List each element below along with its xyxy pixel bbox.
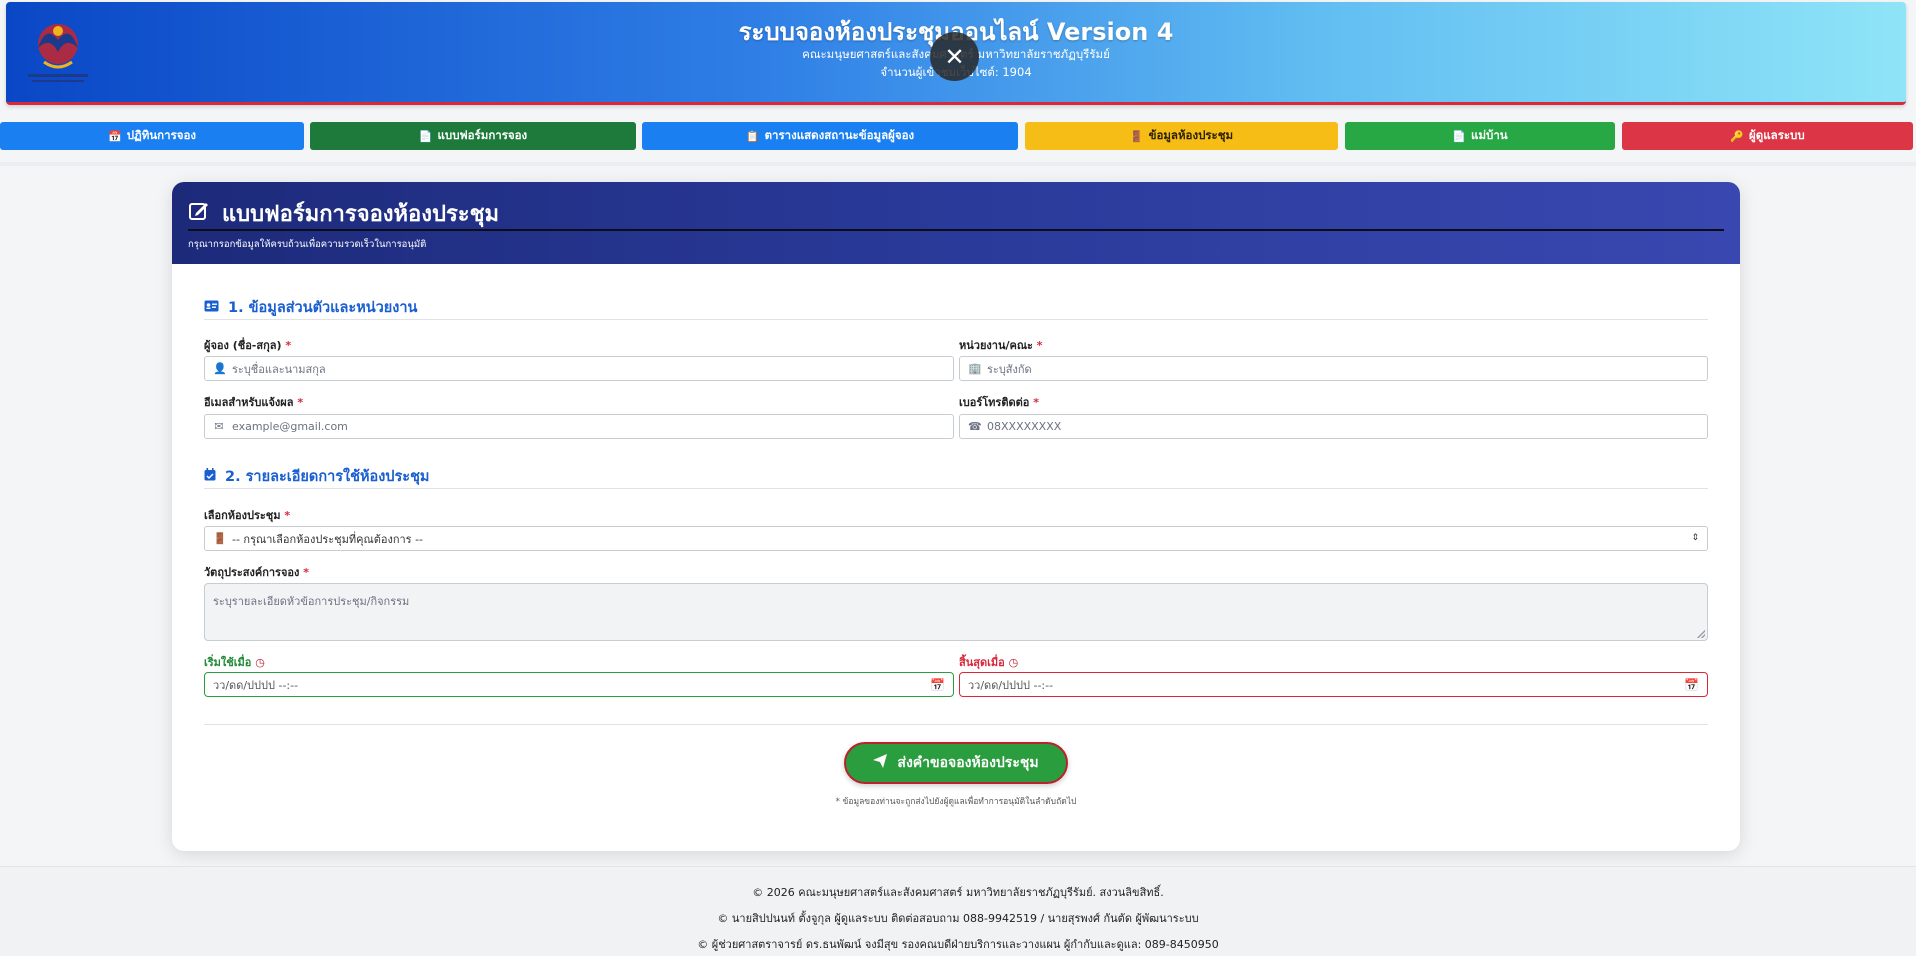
nav-booking-form[interactable]: 📄 แบบฟอร์มการจอง (310, 122, 636, 150)
document-icon: 📄 (1452, 129, 1467, 143)
close-icon[interactable]: ✕ (930, 32, 979, 81)
dept-placeholder: ระบุสังกัด (987, 362, 1032, 376)
section-divider (204, 488, 1708, 489)
phone-field[interactable]: ☎ 08XXXXXXXX (959, 414, 1708, 439)
form-header: แบบฟอร์มการจองห้องประชุม กรุณากรอกข้อมูล… (172, 182, 1740, 264)
email-field[interactable]: ✉ example@gmail.com (204, 414, 954, 439)
calendar-icon: 📅 (107, 129, 122, 143)
clock-icon: ◷ (1008, 656, 1019, 669)
phone-label: เบอร์โทรติดต่อ * (959, 396, 1039, 409)
nav-booking-calendar[interactable]: 📅 ปฏิทินการจอง (0, 122, 304, 150)
title-divider (188, 229, 1724, 231)
footer-contact: © นายสิปปนนท์ ตั้งจูกุล ผู้ดูแลระบบ ติดต… (717, 912, 1199, 925)
phone-placeholder: 08XXXXXXXX (987, 420, 1062, 433)
envelope-icon: ✉ (214, 420, 224, 433)
key-icon: 🔑 (1730, 129, 1745, 143)
nav-label: แม่บ้าน (1471, 128, 1508, 142)
section-title-text: 2. รายละเอียดการใช้ห้องประชุม (225, 469, 430, 485)
calendar-check-icon (204, 468, 216, 485)
submit-label: ส่งคำขอจองห้องประชุม (897, 755, 1039, 771)
section-title-text: 1. ข้อมูลส่วนตัวและหน่วยงาน (228, 300, 418, 316)
clock-icon: ◷ (255, 656, 265, 669)
submit-booking-button[interactable]: ส่งคำขอจองห้องประชุม (844, 742, 1068, 784)
nav-label: ตารางแสดงสถานะข้อมูลผู้จอง (764, 128, 915, 142)
room-select-value: -- กรุณาเลือกห้องประชุมที่คุณต้องการ -- (232, 532, 424, 546)
submit-note: * ข้อมูลของท่านจะถูกส่งไปยังผู้ดูแลเพื่อ… (835, 797, 1077, 807)
start-datetime-value: วว/ดด/ปปปป --:-- (213, 678, 299, 692)
section-divider (204, 319, 1708, 320)
email-label: อีเมลสำหรับแจ้งผล * (204, 396, 304, 409)
name-placeholder: ระบุชื่อและนามสกุล (232, 362, 326, 376)
end-label: สิ้นสุดเมื่อ ◷ (959, 656, 1019, 669)
nav-label: แบบฟอร์มการจอง (437, 128, 528, 142)
form-divider (204, 724, 1708, 725)
nav-room-info[interactable]: 🚪 ข้อมูลห้องประชุม (1025, 122, 1338, 150)
user-icon: 👤 (213, 362, 227, 375)
dept-field[interactable]: 🏢 ระบุสังกัด (959, 356, 1708, 381)
calendar-icon[interactable]: 📅 (1684, 678, 1699, 692)
nav-admin[interactable]: 🔑 ผู้ดูแลระบบ (1622, 122, 1913, 150)
nav-housekeeper[interactable]: 📄 แม่บ้าน (1345, 122, 1615, 150)
end-datetime-value: วว/ดด/ปปปป --:-- (968, 678, 1054, 692)
dept-label: หน่วยงาน/คณะ * (959, 339, 1043, 352)
room-select[interactable]: 🚪 -- กรุณาเลือกห้องประชุมที่คุณต้องการ -… (204, 526, 1708, 551)
site-footer: © 2026 คณะมนุษยศาสตร์และสังคมศาสตร์ มหาว… (0, 866, 1916, 956)
document-icon: 📄 (418, 129, 433, 143)
start-label: เริ่มใช้เมื่อ ◷ (204, 656, 265, 669)
end-datetime-field[interactable]: วว/ดด/ปปปป --:-- 📅 (959, 672, 1708, 697)
paper-plane-icon (873, 754, 888, 772)
section-room-details: 2. รายละเอียดการใช้ห้องประชุม (204, 465, 429, 488)
name-label: ผู้จอง (ชื่อ-สกุล) * (204, 339, 292, 352)
section-personal-info: 1. ข้อมูลส่วนตัวและหน่วยงาน (204, 296, 417, 319)
purpose-textarea[interactable]: ระบุรายละเอียดหัวข้อการประชุม/กิจกรรม (204, 583, 1708, 641)
nav-divider (0, 162, 1916, 166)
purpose-placeholder: ระบุรายละเอียดหัวข้อการประชุม/กิจกรรม (213, 595, 410, 608)
room-label: เลือกห้องประชุม * (204, 509, 291, 522)
nav-label: ปฏิทินการจอง (126, 128, 197, 142)
nav-label: ข้อมูลห้องประชุม (1148, 128, 1234, 142)
booking-form-card: แบบฟอร์มการจองห้องประชุม กรุณากรอกข้อมูล… (172, 182, 1740, 851)
form-title: แบบฟอร์มการจองห้องประชุม (188, 196, 499, 231)
purpose-label: วัตถุประสงค์การจอง * (204, 566, 309, 579)
name-field[interactable]: 👤 ระบุชื่อและนามสกุล (204, 356, 954, 381)
form-title-text: แบบฟอร์มการจองห้องประชุม (222, 202, 500, 227)
start-datetime-field[interactable]: วว/ดด/ปปปป --:-- 📅 (204, 672, 954, 697)
main-nav: 📅 ปฏิทินการจอง 📄 แบบฟอร์มการจอง 📋 ตารางแ… (0, 122, 1916, 150)
email-placeholder: example@gmail.com (232, 420, 348, 433)
door-icon: 🚪 (1129, 129, 1144, 143)
footer-copyright: © 2026 คณะมนุษยศาสตร์และสังคมศาสตร์ มหาว… (752, 886, 1164, 899)
clipboard-icon: 📋 (745, 129, 760, 143)
id-card-icon (204, 300, 219, 316)
resize-handle[interactable] (1697, 630, 1705, 638)
nav-booking-status-table[interactable]: 📋 ตารางแสดงสถานะข้อมูลผู้จอง (642, 122, 1018, 150)
building-icon: 🏢 (968, 362, 982, 375)
edit-icon (188, 200, 210, 228)
door-icon: 🚪 (213, 532, 227, 545)
calendar-icon[interactable]: 📅 (930, 678, 945, 692)
form-note: กรุณากรอกข้อมูลให้ครบถ้วนเพื่อความรวดเร็… (188, 239, 427, 250)
footer-supervisor: © ผู้ช่วยศาสตราจารย์ ดร.ธนพัฒน์ จงมีสุข … (697, 938, 1219, 951)
nav-label: ผู้ดูแลระบบ (1749, 128, 1805, 142)
phone-icon: ☎ (968, 420, 982, 433)
select-arrows-icon: ⇕ (1691, 533, 1699, 543)
